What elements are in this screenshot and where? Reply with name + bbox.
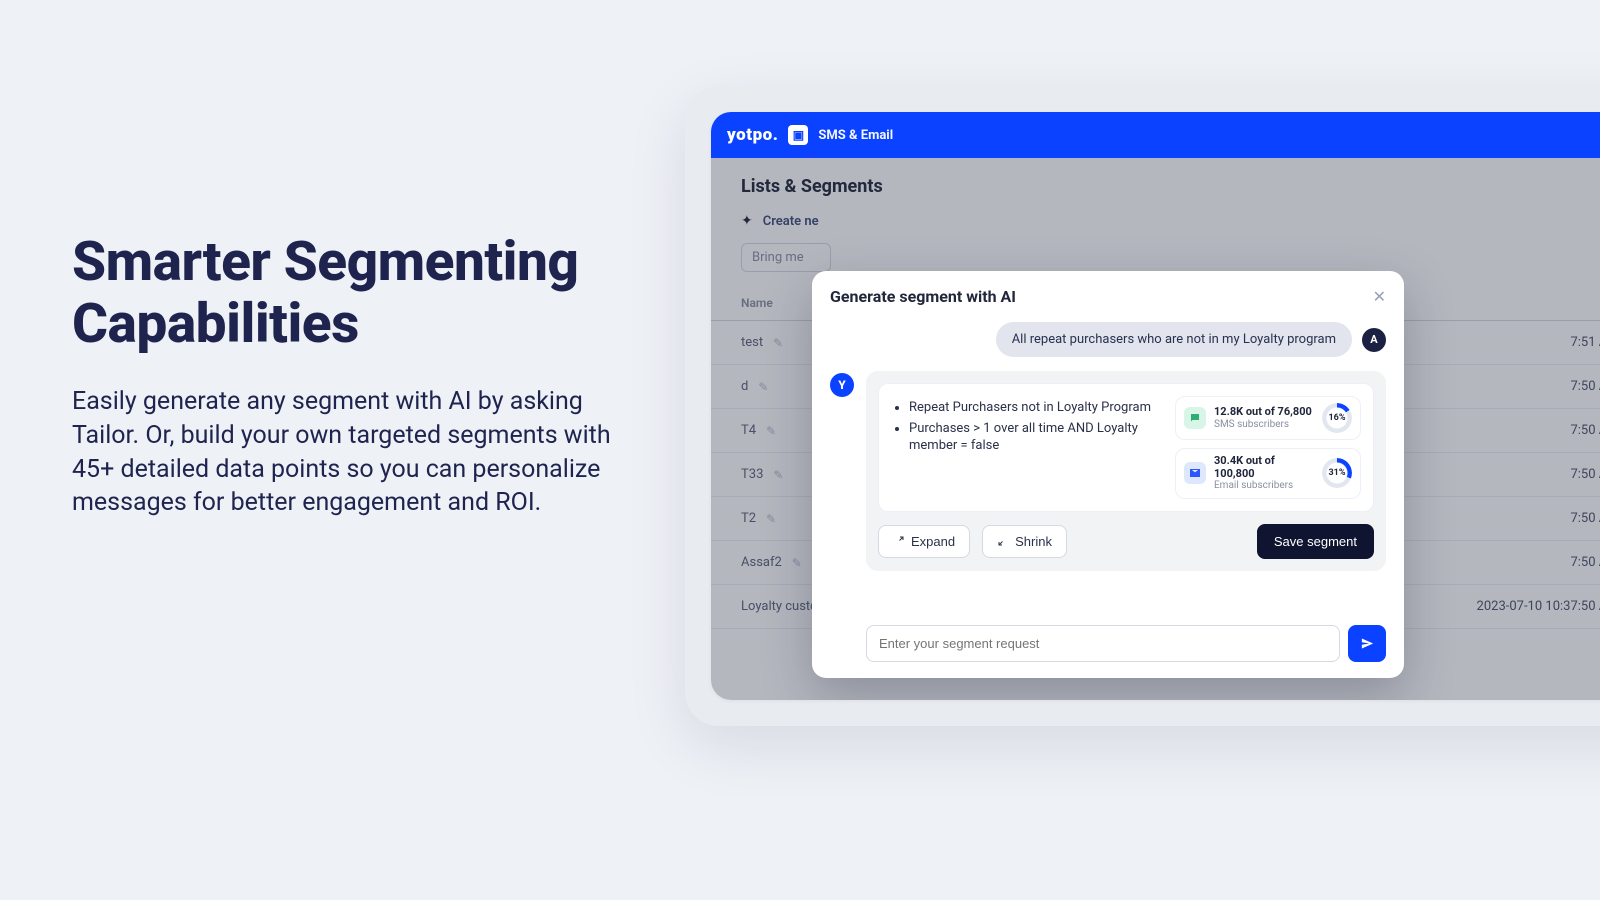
prompt-row [812, 613, 1404, 678]
app-body: Lists & Segments Cr ✦ Create ne Bring me… [711, 158, 1600, 700]
send-button[interactable] [1348, 625, 1386, 662]
ai-segment-modal: Generate segment with AI ✕ All repeat pu… [812, 271, 1404, 678]
send-icon [1360, 636, 1375, 651]
save-segment-button[interactable]: Save segment [1257, 524, 1374, 559]
app-window: yotpo. ▣ SMS & Email Lists & Segments Cr… [711, 112, 1600, 700]
stat-email-sub: Email subscribers [1214, 480, 1314, 492]
brand-logo-text: yotpo. [727, 125, 778, 145]
stat-email: 30.4K out of 100,800 Email subscribers 3… [1175, 448, 1361, 499]
stat-email-ring: 31% [1322, 458, 1352, 488]
expand-icon [893, 535, 905, 547]
ai-response-row: Y Repeat Purchasers not in Loyalty Progr… [830, 371, 1386, 571]
stat-sms: 12.8K out of 76,800 SMS subscribers 16% [1175, 396, 1361, 440]
close-icon[interactable]: ✕ [1373, 287, 1386, 306]
save-label: Save segment [1274, 534, 1357, 549]
brand-logo-dot: . [773, 125, 779, 145]
ai-bullet-list: Repeat Purchasers not in Loyalty Program… [891, 399, 1161, 455]
device-frame: yotpo. ▣ SMS & Email Lists & Segments Cr… [685, 86, 1600, 726]
user-message: All repeat purchasers who are not in my … [996, 322, 1352, 357]
hero-body: Easily generate any segment with AI by a… [72, 385, 632, 520]
brand-bar: yotpo. ▣ SMS & Email [711, 112, 1600, 158]
user-message-row: All repeat purchasers who are not in my … [830, 322, 1386, 357]
stat-sms-sub: SMS subscribers [1214, 419, 1314, 431]
shrink-label: Shrink [1015, 534, 1052, 549]
stat-column: 12.8K out of 76,800 SMS subscribers 16% [1175, 396, 1361, 499]
chat-area: All repeat purchasers who are not in my … [812, 310, 1404, 613]
ai-bullets: Repeat Purchasers not in Loyalty Program… [891, 396, 1161, 499]
brand-product-label: SMS & Email [818, 128, 893, 143]
user-avatar: A [1362, 328, 1386, 352]
modal-header: Generate segment with AI ✕ [812, 271, 1404, 310]
hero-title: Smarter Segmenting Capabilities [72, 232, 632, 355]
ai-bullet: Repeat Purchasers not in Loyalty Program [909, 399, 1161, 417]
brand-mark-icon: ▣ [788, 125, 808, 145]
segment-prompt-input[interactable] [866, 625, 1340, 662]
stat-sms-headline: 12.8K out of 76,800 [1214, 406, 1314, 419]
ai-card: Repeat Purchasers not in Loyalty Program… [866, 371, 1386, 571]
brand-logo-word: yotpo [727, 125, 773, 145]
expand-button[interactable]: Expand [878, 525, 970, 558]
ai-summary: Repeat Purchasers not in Loyalty Program… [878, 383, 1374, 512]
ai-bullet: Purchases > 1 over all time AND Loyalty … [909, 420, 1161, 455]
shrink-icon [997, 535, 1009, 547]
sms-icon [1184, 407, 1206, 429]
stat-email-headline: 30.4K out of 100,800 [1214, 455, 1314, 480]
stat-sms-ring: 16% [1322, 403, 1352, 433]
shrink-button[interactable]: Shrink [982, 525, 1067, 558]
ai-actions: Expand Shrink Save segment [878, 524, 1374, 559]
ai-avatar: Y [830, 373, 854, 397]
expand-label: Expand [911, 534, 955, 549]
email-icon [1184, 462, 1206, 484]
modal-title: Generate segment with AI [830, 287, 1016, 306]
